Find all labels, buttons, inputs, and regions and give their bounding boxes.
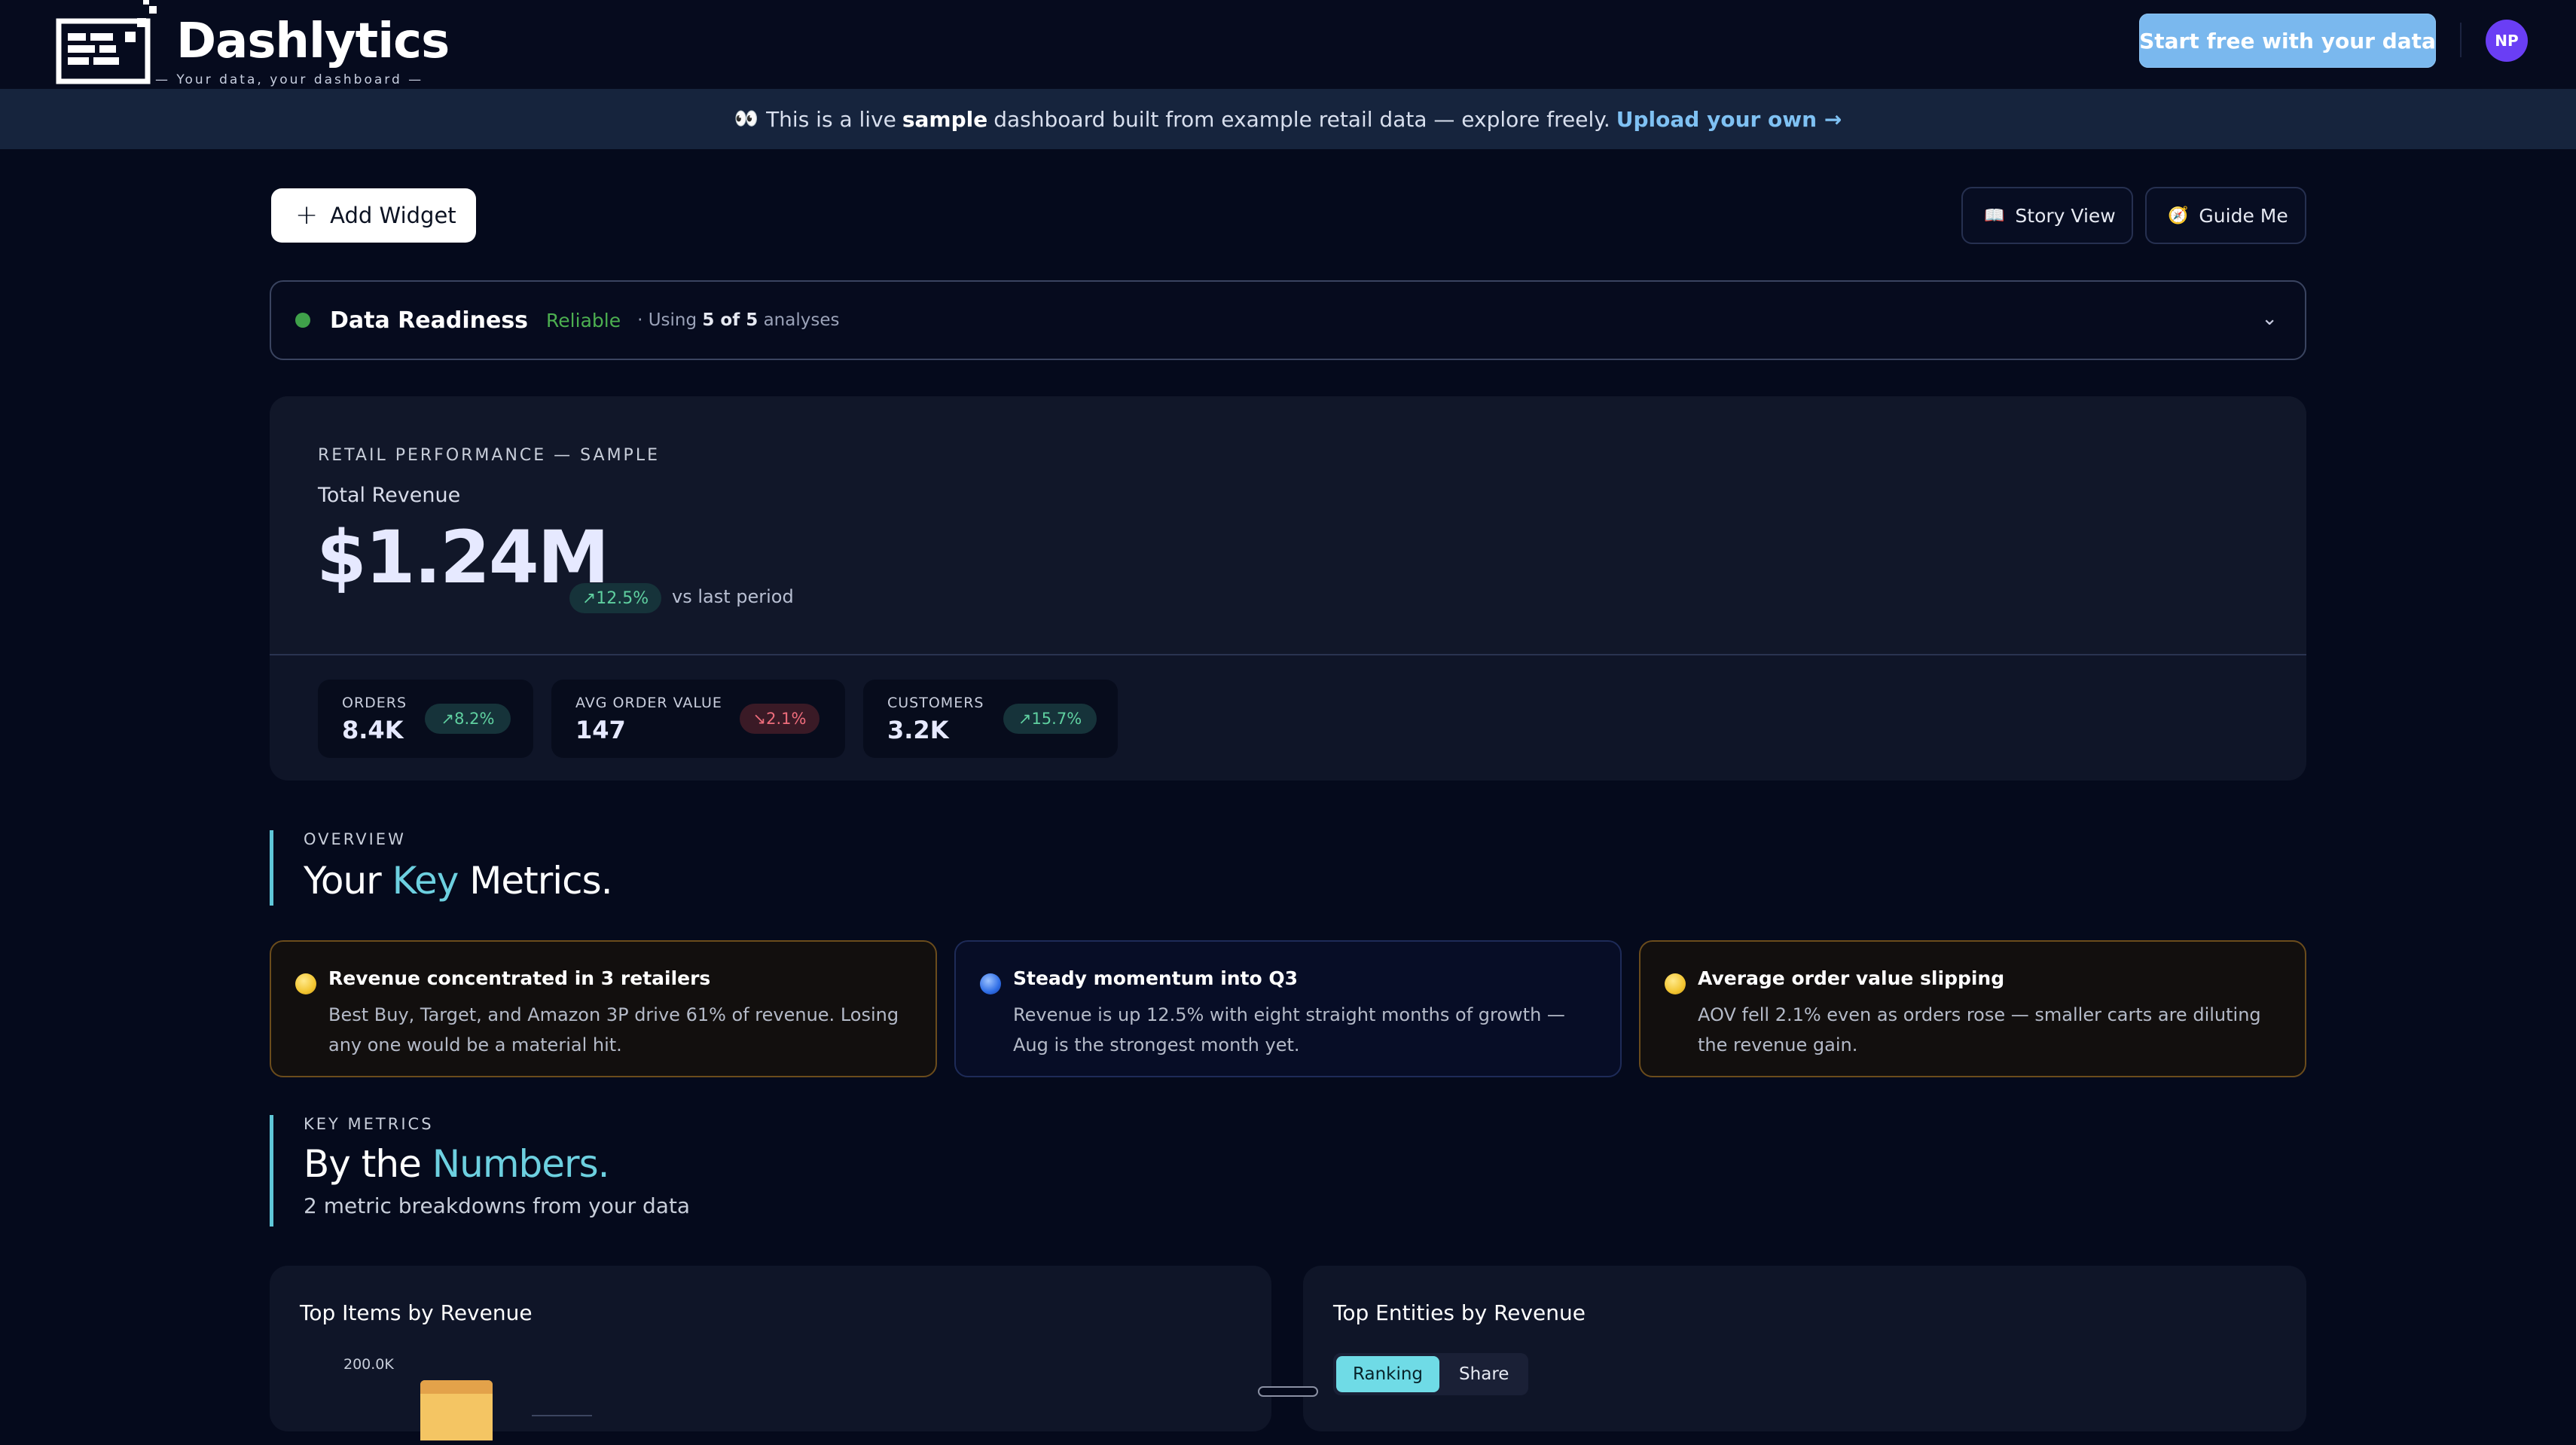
insight-card[interactable]: Average order value slipping AOV fell 2.… [1639,940,2306,1077]
yellow-circle-icon [1665,973,1686,994]
user-avatar[interactable]: NP [2486,20,2528,62]
kpi-label: AVG ORDER VALUE [575,695,722,711]
hero-trend-value: 12.5% [596,588,649,608]
upload-own-link[interactable]: Upload your own → [1616,107,1842,132]
add-widget-button[interactable]: + Add Widget [271,188,476,243]
overview-title-pre: Your [304,859,382,903]
insight-card[interactable]: Revenue concentrated in 3 retailers Best… [270,940,937,1077]
kpi-customers: CUSTOMERS 3.2K ↗ 15.7% [863,680,1118,758]
overview-eyebrow: OVERVIEW [304,830,406,848]
book-icon: 📖 [1984,206,2005,225]
tab-share[interactable]: Share [1442,1356,1525,1392]
trend-down-icon: ↘ [752,710,767,728]
sample-banner: 👀 This is a live sample dashboard built … [0,89,2576,149]
hero-value: $1.24M [316,515,609,600]
readiness-title: Data Readiness [330,307,529,334]
header-divider [2460,23,2462,57]
key-metrics-title: By the Numbers. [304,1142,690,1186]
kpi-change-value: 15.7% [1031,710,1082,728]
trend-up-icon: ↗ [581,588,597,608]
kpi-value: 3.2K [887,716,949,744]
tab-ranking[interactable]: Ranking [1336,1356,1440,1392]
kpi-change-badge: ↗ 8.2% [425,704,511,734]
hero-trend-caption: vs last period [672,586,794,607]
story-view-button[interactable]: 📖 Story View [1961,187,2133,244]
plus-icon: + [295,200,319,231]
trend-up-icon: ↗ [1018,710,1032,728]
chart-bar-cap [420,1380,493,1394]
top-items-chart-card: Top Items by Revenue 200.0K [270,1266,1271,1440]
hero-eyebrow: RETAIL PERFORMANCE — SAMPLE [318,446,660,465]
kpi-change-value: 2.1% [766,710,807,728]
kpi-value: 147 [575,716,626,744]
chart-title: Top Entities by Revenue [1333,1300,1586,1325]
banner-text-after: dashboard built from example retail data… [993,106,1610,132]
kpi-change-value: 8.2% [454,710,495,728]
revenue-hero-card: RETAIL PERFORMANCE — SAMPLE Total Revenu… [270,396,2306,781]
data-readiness-panel[interactable]: Data Readiness Reliable · Using 5 of 5 a… [270,280,2306,360]
insight-title: Average order value slipping [1698,967,2005,989]
story-view-label: Story View [2015,204,2116,227]
blue-circle-icon [980,973,1001,994]
insight-body: Revenue is up 12.5% with eight straight … [1013,1004,1565,1055]
insight-body: Best Buy, Target, and Amazon 3P drive 61… [328,1004,899,1055]
insight-card[interactable]: Steady momentum into Q3 Revenue is up 12… [954,940,1622,1077]
hero-divider [270,654,2306,655]
kpi-avg-order-value: AVG ORDER VALUE 147 ↘ 2.1% [551,680,845,758]
readiness-meta: · Using 5 of 5 analyses [637,310,839,330]
banner-text-before: This is a live [766,106,896,132]
hero-trend-badge: ↗ 12.5% [569,583,661,613]
chart-bar[interactable] [420,1380,493,1440]
overview-title-highlight: Key [392,859,459,903]
readiness-status: Reliable [546,309,621,331]
chart-title: Top Items by Revenue [300,1300,533,1325]
view-toggle: Ranking Share [1333,1353,1529,1395]
eyes-icon: 👀 [734,108,759,130]
status-dot-icon [295,313,310,328]
guide-me-button[interactable]: 🧭 Guide Me [2145,187,2306,244]
yellow-circle-icon [295,973,316,994]
key-metrics-section-heading: KEY METRICS By the Numbers. 2 metric bre… [270,1115,690,1227]
kpi-change-badge: ↘ 2.1% [740,704,819,734]
top-entities-chart-card: Top Entities by Revenue Ranking Share [1303,1266,2306,1431]
chart-bar[interactable] [532,1415,592,1445]
readiness-meta-prefix: · Using [637,310,697,330]
key-metrics-title-highlight: Numbers. [432,1142,610,1186]
carousel-indicator[interactable] [1258,1386,1318,1397]
kpi-value: 8.4K [342,716,404,744]
kpi-orders: ORDERS 8.4K ↗ 8.2% [318,680,533,758]
guide-me-label: Guide Me [2199,204,2288,227]
hero-label: Total Revenue [318,484,461,507]
insight-title: Steady momentum into Q3 [1013,967,1299,989]
trend-up-icon: ↗ [441,710,455,728]
readiness-meta-suffix: analyses [763,310,840,330]
start-free-button[interactable]: Start free with your data [2139,14,2436,68]
key-metrics-subtitle: 2 metric breakdowns from your data [304,1193,691,1218]
compass-icon: 🧭 [2168,206,2189,225]
chevron-down-icon[interactable]: ⌄ [2261,307,2278,330]
add-widget-label: Add Widget [330,203,456,228]
overview-title-post: Metrics. [469,859,612,903]
top-header: Dashlytics — Your data, your dashboard —… [0,0,2576,102]
y-tick-label: 200.0K [343,1356,394,1373]
kpi-label: CUSTOMERS [887,695,984,711]
kpi-label: ORDERS [342,695,407,711]
banner-text-bold: sample [902,106,988,132]
kpi-change-badge: ↗ 15.7% [1003,704,1097,734]
readiness-meta-count: 5 of 5 [702,310,758,330]
key-metrics-title-pre: By the [304,1142,422,1186]
insight-title: Revenue concentrated in 3 retailers [328,967,711,989]
insight-body: AOV fell 2.1% even as orders rose — smal… [1698,1004,2261,1055]
overview-title: Your Key Metrics. [304,859,613,903]
brand-tagline: — Your data, your dashboard — [155,72,424,87]
key-metrics-eyebrow: KEY METRICS [304,1115,434,1133]
overview-section-heading: OVERVIEW Your Key Metrics. [270,830,613,906]
brand-name: Dashlytics [176,14,450,69]
